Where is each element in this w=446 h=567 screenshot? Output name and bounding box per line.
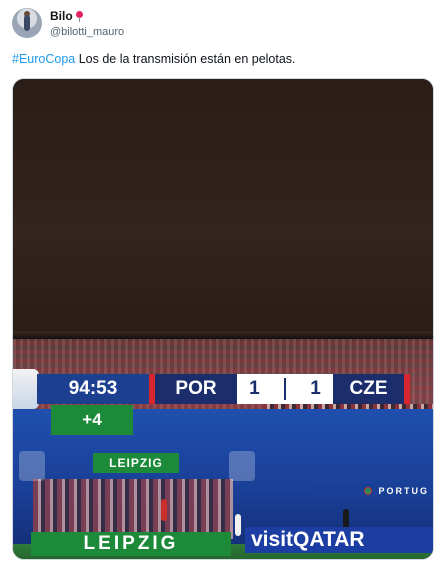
sponsor-board-large: LEIPZIG xyxy=(31,532,231,556)
tweet-media-photo[interactable]: 94:53 POR 1 1 CZE +4 LEIPZIG PORTUG LEIP… xyxy=(12,78,434,560)
away-team: CZE xyxy=(333,374,404,404)
portugal-board-text: PORTUG xyxy=(378,486,429,496)
portugal-board: PORTUG xyxy=(313,484,433,498)
portugal-crest-icon xyxy=(364,487,373,495)
euro-board-logo-icon xyxy=(19,451,45,481)
euro-board-logo-icon xyxy=(229,451,255,481)
user-handle[interactable]: @bilotti_mauro xyxy=(50,25,124,39)
crowd-lower xyxy=(33,479,233,539)
tv-edge xyxy=(13,331,433,339)
match-clock: 94:53 xyxy=(37,374,149,404)
euro-logo-icon xyxy=(13,369,39,409)
score-box: 1 1 xyxy=(237,374,333,404)
home-score: 1 xyxy=(249,378,260,399)
tv-dark-area xyxy=(13,79,433,337)
author-block: Bilo @bilotti_mauro xyxy=(50,9,124,39)
player xyxy=(235,514,241,536)
away-flag xyxy=(404,374,410,404)
score-separator xyxy=(284,378,286,400)
avatar[interactable] xyxy=(12,8,42,38)
tweet-header: Bilo @bilotti_mauro xyxy=(12,8,432,48)
sponsor-board-small: LEIPZIG xyxy=(93,453,179,473)
sponsor-board-qatar: visitQATAR xyxy=(245,527,433,553)
tweet-body: Los de la transmisión están en pelotas. xyxy=(75,52,296,66)
display-name-row[interactable]: Bilo xyxy=(50,9,124,24)
scoreboard: 94:53 POR 1 1 CZE xyxy=(37,374,410,404)
player xyxy=(161,499,167,521)
away-score: 1 xyxy=(310,378,321,399)
added-time-badge: +4 xyxy=(51,405,133,435)
home-team: POR xyxy=(155,374,237,404)
pin-icon xyxy=(75,11,83,22)
hashtag-link[interactable]: #EuroCopa xyxy=(12,52,75,66)
tweet-text: #EuroCopa Los de la transmisión están en… xyxy=(12,51,432,68)
display-name[interactable]: Bilo xyxy=(50,9,73,24)
